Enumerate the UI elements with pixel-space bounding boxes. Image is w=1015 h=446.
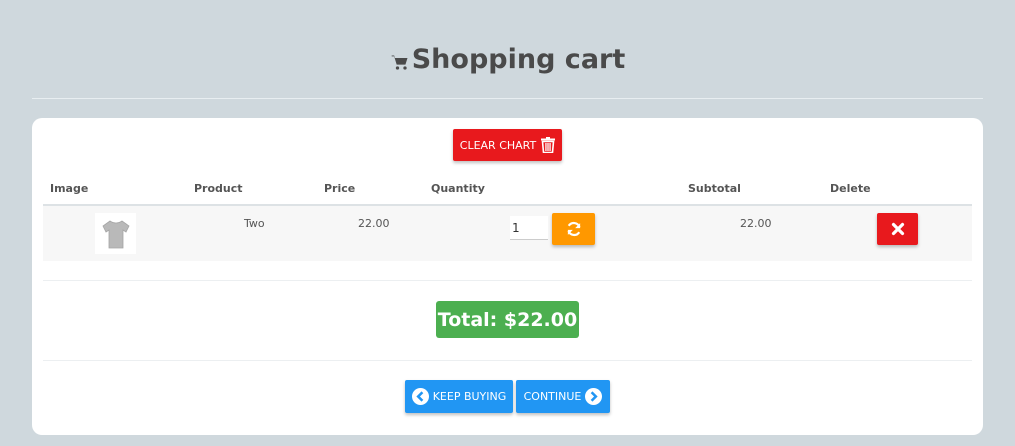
quantity-input[interactable]	[510, 216, 548, 240]
header-divider	[32, 98, 983, 99]
col-header-image: Image	[50, 182, 89, 195]
row-subtotal: 22.00	[740, 217, 772, 230]
chevron-left-circle-icon	[411, 388, 429, 405]
col-header-quantity: Quantity	[431, 182, 485, 195]
col-header-product: Product	[194, 182, 243, 195]
continue-button[interactable]: CONTINUE	[516, 380, 610, 413]
divider	[43, 280, 972, 281]
trash-icon	[541, 137, 556, 153]
cart-card: CLEAR CHART Image Product Price Quantity…	[32, 118, 983, 435]
divider	[43, 360, 972, 361]
delete-item-button[interactable]	[877, 213, 918, 245]
keep-buying-button[interactable]: KEEP BUYING	[405, 380, 513, 413]
product-price: 22.00	[358, 217, 390, 230]
col-header-price: Price	[324, 182, 356, 195]
product-image	[95, 213, 136, 254]
clear-cart-button[interactable]: CLEAR CHART	[453, 129, 562, 161]
clear-cart-label: CLEAR CHART	[459, 138, 537, 152]
col-header-subtotal: Subtotal	[688, 182, 741, 195]
close-icon	[891, 222, 904, 236]
cart-icon	[391, 55, 408, 70]
update-quantity-button[interactable]	[552, 213, 595, 245]
chevron-right-circle-icon	[585, 388, 603, 405]
page-title: Shopping cart	[0, 44, 1015, 75]
refresh-icon	[567, 221, 580, 237]
col-header-delete: Delete	[830, 182, 871, 195]
continue-label: CONTINUE	[523, 390, 582, 403]
total-badge: Total: $22.00	[436, 301, 579, 338]
page-title-text: Shopping cart	[411, 44, 626, 75]
product-name: Two	[244, 217, 265, 230]
t-shirt-icon	[101, 220, 130, 248]
table-row: Two 22.00 22.00	[43, 206, 972, 261]
keep-buying-label: KEEP BUYING	[432, 390, 507, 403]
